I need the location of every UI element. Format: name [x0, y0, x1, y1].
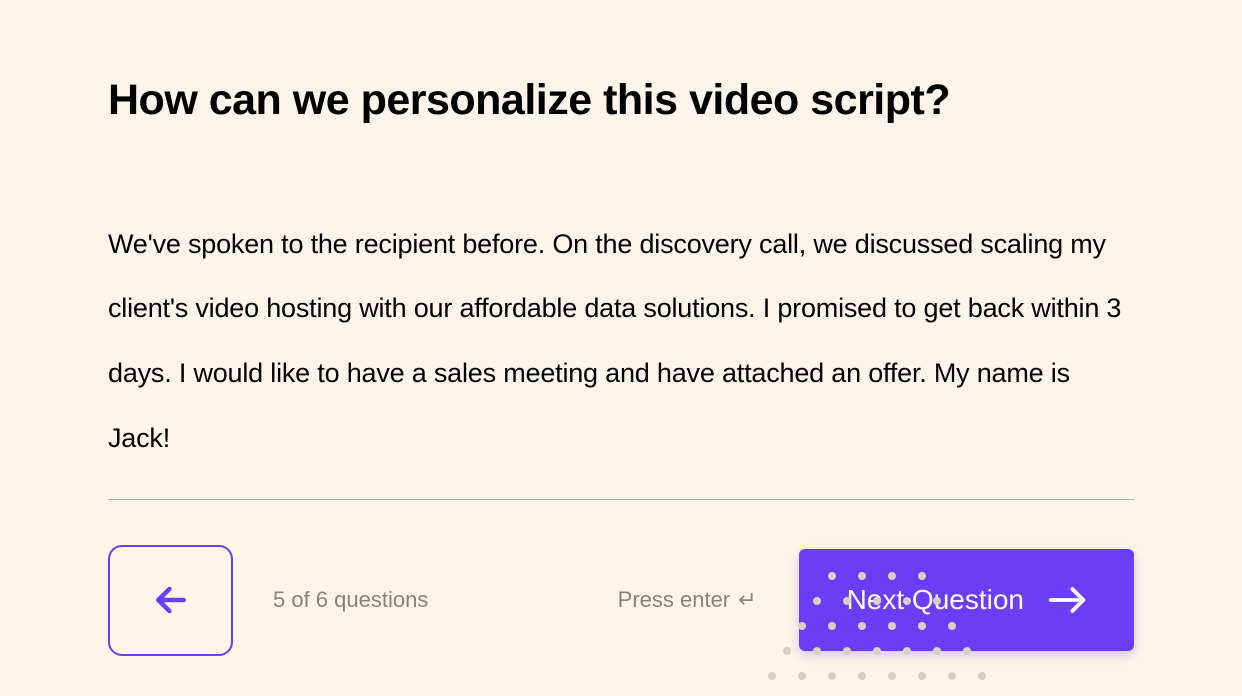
answer-input-area[interactable]: We've spoken to the recipient before. On… [108, 212, 1134, 500]
hint-label: Press enter [618, 587, 731, 613]
answer-text: We've spoken to the recipient before. On… [108, 212, 1134, 471]
back-button[interactable] [108, 545, 233, 656]
arrow-left-icon [152, 581, 190, 619]
question-title: How can we personalize this video script… [108, 75, 1134, 127]
keyboard-hint: Press enter ↵ [618, 587, 757, 613]
next-question-button[interactable]: Next Question [799, 549, 1134, 651]
enter-key-icon: ↵ [738, 587, 756, 613]
footer-row: 5 of 6 questions Press enter ↵ Next Ques… [108, 545, 1134, 656]
progress-indicator: 5 of 6 questions [273, 587, 428, 613]
form-container: How can we personalize this video script… [0, 0, 1242, 656]
arrow-right-icon [1048, 586, 1086, 614]
next-button-label: Next Question [847, 584, 1024, 616]
